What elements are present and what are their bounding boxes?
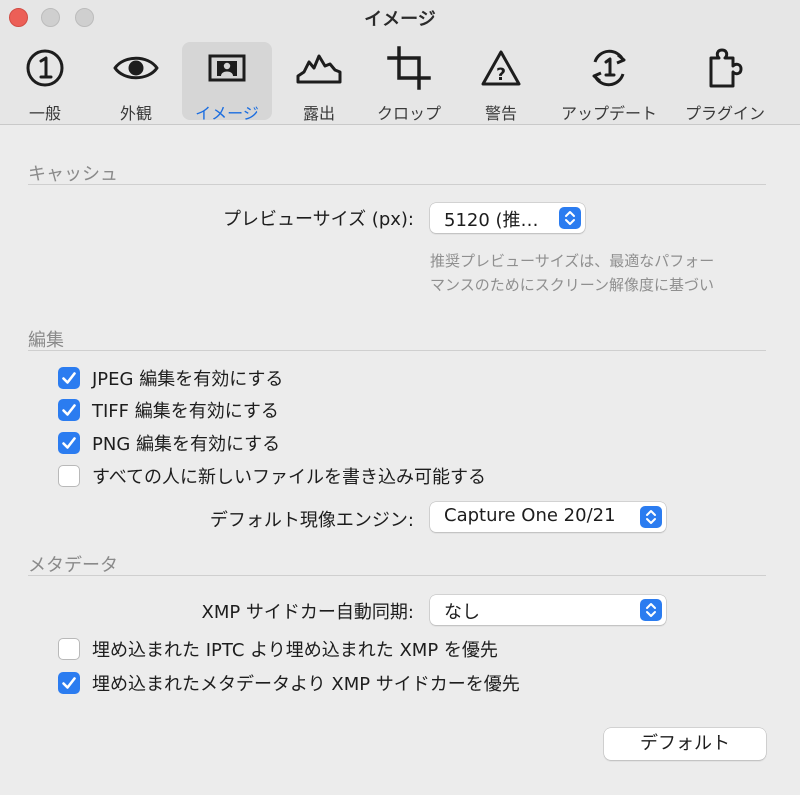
checkbox-checked[interactable] xyxy=(58,672,80,694)
prefer-sidecar-checkbox[interactable]: 埋め込まれたメタデータより XMP サイドカーを優先 xyxy=(58,671,520,695)
tab-plugins[interactable]: プラグイン xyxy=(685,42,765,123)
checkbox-unchecked[interactable] xyxy=(58,465,80,487)
update-icon xyxy=(578,46,640,90)
checkbox-label: JPEG 編集を有効にする xyxy=(92,369,284,390)
writable-files-checkbox[interactable]: すべての人に新しいファイルを書き込み可能する xyxy=(58,464,486,488)
section-edit-title: 編集 xyxy=(28,330,64,351)
prefer-xmp-over-iptc-checkbox[interactable]: 埋め込まれた IPTC より埋め込まれた XMP を優先 xyxy=(58,637,498,661)
svg-text:?: ? xyxy=(496,65,506,85)
checkbox-label: すべての人に新しいファイルを書き込み可能する xyxy=(92,467,487,488)
engine-value: Capture One 20/21 xyxy=(444,505,616,526)
tab-label: アップデート xyxy=(560,104,657,123)
puzzle-piece-icon xyxy=(694,46,756,90)
crop-icon xyxy=(378,46,440,90)
tab-image[interactable]: イメージ xyxy=(182,42,272,123)
section-cache-title: キャッシュ xyxy=(28,164,118,185)
checkbox-checked[interactable] xyxy=(58,432,80,454)
image-frame-icon xyxy=(182,46,272,90)
engine-label: デフォルト現像エンジン: xyxy=(209,510,414,531)
xmp-sync-value: なし xyxy=(444,602,480,623)
tab-crop[interactable]: クロップ xyxy=(377,42,441,123)
eye-icon xyxy=(105,46,167,90)
tab-appearance[interactable]: 外観 xyxy=(105,42,167,123)
engine-popup[interactable]: Capture One 20/21 xyxy=(430,502,666,532)
checkbox-label: 埋め込まれたメタデータより XMP サイドカーを優先 xyxy=(92,674,520,695)
section-divider xyxy=(28,350,766,351)
section-divider xyxy=(28,184,766,185)
tab-warnings[interactable]: ? 警告 xyxy=(470,42,532,123)
number-one-circle-icon xyxy=(14,46,76,90)
tiff-edit-checkbox[interactable]: TIFF 編集を有効にする xyxy=(58,398,279,422)
default-button[interactable]: デフォルト xyxy=(604,728,766,760)
hint-line: マンスのためにスクリーン解像度に基づい xyxy=(430,276,714,294)
tab-label: プラグイン xyxy=(684,104,765,123)
preview-size-value: 5120 (推… xyxy=(444,210,539,231)
xmp-sync-popup[interactable]: なし xyxy=(430,595,666,625)
hint-line: 推奨プレビューサイズは、最適なパフォー xyxy=(430,252,715,270)
checkbox-unchecked[interactable] xyxy=(58,638,80,660)
tab-exposure[interactable]: 露出 xyxy=(288,42,350,123)
histogram-icon xyxy=(288,46,350,90)
tab-update[interactable]: アップデート xyxy=(561,42,657,123)
section-divider xyxy=(28,575,766,576)
toolbar: イメージ 一般 外観 イメージ 露出 クロップ ? 警告 アップデート プラグイ… xyxy=(0,0,800,125)
up-down-chevron-icon xyxy=(559,207,581,229)
checkbox-checked[interactable] xyxy=(58,399,80,421)
preview-size-hint: 推奨プレビューサイズは、最適なパフォー マンスのためにスクリーン解像度に基づい xyxy=(430,249,770,297)
up-down-chevron-icon xyxy=(640,599,662,621)
preferences-window: イメージ 一般 外観 イメージ 露出 クロップ ? 警告 アップデート プラグイ… xyxy=(0,0,800,795)
warning-triangle-icon: ? xyxy=(470,46,532,90)
preview-size-popup[interactable]: 5120 (推… xyxy=(430,203,585,233)
tab-label: 一般 xyxy=(28,104,61,123)
tab-label: 警告 xyxy=(484,104,517,123)
preview-size-label: プレビューサイズ (px): xyxy=(222,209,414,230)
tab-general[interactable]: 一般 xyxy=(14,42,76,123)
png-edit-checkbox[interactable]: PNG 編集を有効にする xyxy=(58,431,280,455)
jpeg-edit-checkbox[interactable]: JPEG 編集を有効にする xyxy=(58,366,283,390)
tab-label: クロップ xyxy=(376,104,441,123)
checkbox-checked[interactable] xyxy=(58,367,80,389)
checkbox-label: TIFF 編集を有効にする xyxy=(92,401,279,422)
section-metadata-title: メタデータ xyxy=(28,555,118,576)
checkbox-label: 埋め込まれた IPTC より埋め込まれた XMP を優先 xyxy=(92,640,498,661)
xmp-sync-label: XMP サイドカー自動同期: xyxy=(201,602,414,623)
checkbox-label: PNG 編集を有効にする xyxy=(92,434,281,455)
window-title: イメージ xyxy=(364,9,436,30)
tab-label: 露出 xyxy=(302,104,335,123)
up-down-chevron-icon xyxy=(640,506,662,528)
